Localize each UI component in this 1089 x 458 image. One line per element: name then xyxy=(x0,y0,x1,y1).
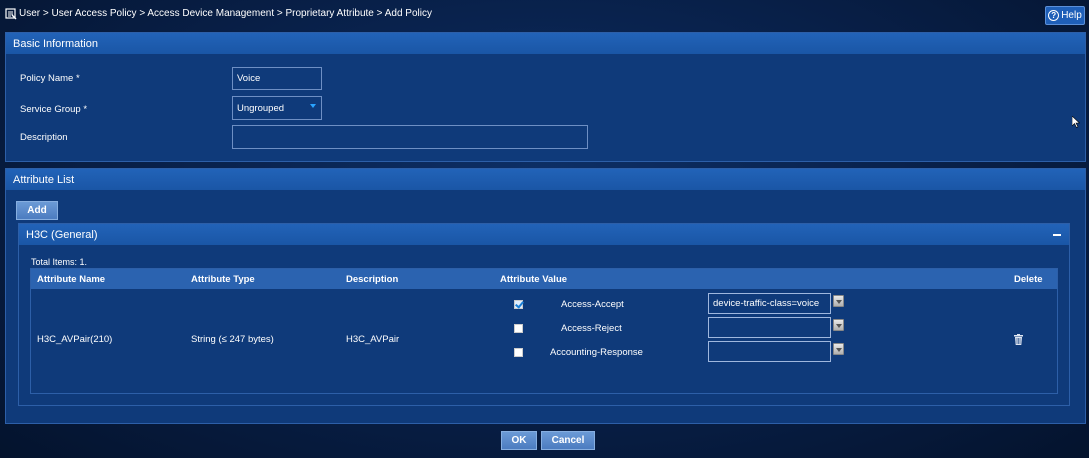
mouse-cursor-icon xyxy=(1072,116,1080,128)
trash-icon[interactable] xyxy=(1014,334,1023,345)
attribute-list-panel: Attribute List Add H3C (General) Total I… xyxy=(5,168,1086,424)
description-input[interactable] xyxy=(232,125,588,149)
cancel-button[interactable]: Cancel xyxy=(541,431,595,450)
help-circle-icon: ? xyxy=(1048,10,1060,21)
panel-title: Attribute List xyxy=(6,169,1085,190)
access-accept-label: Access-Accept xyxy=(561,299,624,310)
minus-icon[interactable] xyxy=(1053,234,1061,236)
group-title: H3C (General) xyxy=(26,228,98,241)
service-group-label: Service Group * xyxy=(20,104,88,115)
breadcrumb: User > User Access Policy > Access Devic… xyxy=(19,8,432,19)
service-group-select[interactable]: Ungrouped xyxy=(232,96,322,120)
accounting-response-label: Accounting-Response xyxy=(550,347,643,358)
group-header[interactable]: H3C (General) xyxy=(19,224,1069,245)
ok-button[interactable]: OK xyxy=(501,431,537,450)
panel-title: Basic Information xyxy=(6,33,1085,54)
chevron-down-icon[interactable] xyxy=(833,343,844,355)
accounting-response-value-input[interactable] xyxy=(708,341,831,362)
col-attribute-value: Attribute Value xyxy=(500,274,568,285)
access-reject-value-input[interactable] xyxy=(708,317,831,338)
basic-information-panel: Basic Information Policy Name * Voice Se… xyxy=(5,32,1086,162)
location-icon xyxy=(5,8,17,20)
access-accept-checkbox[interactable] xyxy=(514,300,523,309)
col-description: Description xyxy=(346,274,399,285)
col-delete: Delete xyxy=(1014,274,1043,285)
chevron-down-icon[interactable] xyxy=(833,295,844,307)
add-button[interactable]: Add xyxy=(16,201,58,220)
help-label: Help xyxy=(1061,10,1082,21)
col-attribute-type: Attribute Type xyxy=(191,274,255,285)
top-bar: User > User Access Policy > Access Devic… xyxy=(0,0,1089,30)
table-header: Attribute Name Attribute Type Descriptio… xyxy=(31,269,1057,289)
chevron-down-icon xyxy=(310,104,316,108)
help-button[interactable]: ? Help xyxy=(1045,6,1085,25)
policy-name-label: Policy Name * xyxy=(20,73,80,84)
attribute-type: String (≤ 247 bytes) xyxy=(191,334,274,345)
attribute-group: H3C (General) Total Items: 1. Attribute … xyxy=(18,223,1070,406)
access-accept-value-input[interactable]: device-traffic-class=voice xyxy=(708,293,831,314)
col-attribute-name: Attribute Name xyxy=(37,274,106,285)
access-reject-checkbox[interactable] xyxy=(514,324,523,333)
description-label: Description xyxy=(20,132,68,143)
access-reject-label: Access-Reject xyxy=(561,323,622,334)
table-row: H3C_AVPair(210) String (≤ 247 bytes) H3C… xyxy=(31,289,1057,393)
attribute-description: H3C_AVPair xyxy=(346,334,400,345)
attribute-table: Attribute Name Attribute Type Descriptio… xyxy=(30,268,1058,394)
policy-name-input[interactable]: Voice xyxy=(232,67,322,90)
total-items: Total Items: 1. xyxy=(31,257,88,267)
service-group-value: Ungrouped xyxy=(237,102,285,114)
chevron-down-icon[interactable] xyxy=(833,319,844,331)
accounting-response-checkbox[interactable] xyxy=(514,348,523,357)
attribute-name: H3C_AVPair(210) xyxy=(37,334,113,345)
